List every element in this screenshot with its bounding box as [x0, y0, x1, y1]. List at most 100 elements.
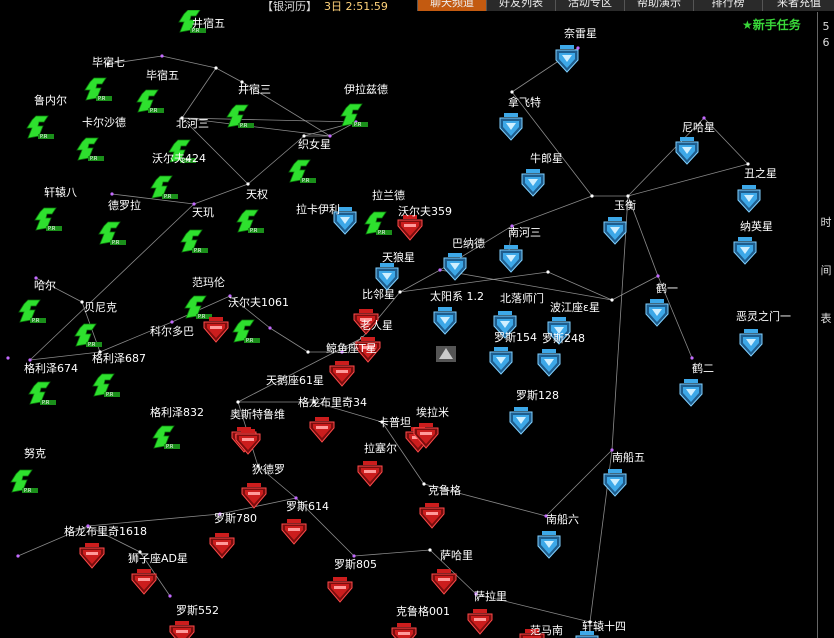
- star-node[interactable]: 科尔多巴: [150, 316, 229, 343]
- star-node[interactable]: 哈尔: [18, 279, 56, 325]
- blue-planet-icon[interactable]: [537, 530, 561, 559]
- star-node[interactable]: 拉塞尔: [357, 441, 397, 487]
- star-node[interactable]: 罗斯805: [327, 558, 377, 603]
- newbie-quest-link[interactable]: ★新手任务: [742, 16, 801, 33]
- star-node[interactable]: 沃尔夫424: [150, 152, 206, 201]
- star-node[interactable]: 罗斯780: [209, 512, 257, 559]
- green-planet-icon[interactable]: [288, 159, 317, 185]
- red-planet-icon[interactable]: [79, 542, 105, 569]
- red-planet-icon[interactable]: [209, 532, 235, 559]
- star-node[interactable]: 德罗拉: [98, 198, 141, 247]
- green-planet-icon[interactable]: [136, 89, 165, 115]
- red-planet-icon[interactable]: [391, 622, 417, 638]
- star-node[interactable]: 罗斯154: [489, 331, 537, 375]
- red-planet-icon[interactable]: [329, 360, 355, 387]
- green-planet-icon[interactable]: [92, 373, 121, 399]
- star-node[interactable]: 太阳系 1.2: [430, 290, 484, 335]
- blue-planet-icon[interactable]: [509, 406, 533, 435]
- red-planet-icon[interactable]: [431, 568, 457, 595]
- red-planet-icon[interactable]: [357, 460, 383, 487]
- star-node[interactable]: 罗斯128: [509, 389, 559, 435]
- star-node[interactable]: 鲸鱼座T星: [326, 341, 377, 387]
- star-node[interactable]: 恶灵之门一: [736, 309, 791, 357]
- star-node[interactable]: 狮子座AD星: [128, 551, 188, 595]
- green-planet-icon[interactable]: [184, 295, 213, 321]
- blue-planet-icon[interactable]: [489, 346, 513, 375]
- star-node[interactable]: 牛郎星: [521, 151, 563, 197]
- red-planet-icon[interactable]: [281, 518, 307, 545]
- blue-planet-icon[interactable]: [433, 306, 457, 335]
- green-planet-icon[interactable]: [76, 137, 105, 163]
- green-planet-icon[interactable]: [232, 319, 261, 345]
- star-node[interactable]: 鹤二: [679, 361, 714, 407]
- red-planet-icon[interactable]: [169, 620, 195, 638]
- star-node[interactable]: 天玑: [180, 206, 214, 255]
- star-node[interactable]: 玉衡: [603, 199, 636, 245]
- star-node[interactable]: 拿飞特: [499, 95, 541, 141]
- star-node[interactable]: 轩辕八: [34, 185, 77, 233]
- star-node[interactable]: 格龙布里奇34: [298, 395, 367, 443]
- green-planet-icon[interactable]: [340, 103, 369, 129]
- star-node[interactable]: 克鲁格: [419, 483, 461, 529]
- red-planet-icon[interactable]: [203, 316, 229, 343]
- star-node[interactable]: 卡尔沙德: [76, 115, 126, 163]
- green-planet-icon[interactable]: [26, 115, 55, 141]
- star-node[interactable]: 狄德罗: [241, 462, 285, 509]
- red-planet-icon[interactable]: [309, 416, 335, 443]
- blue-planet-icon[interactable]: [499, 244, 523, 273]
- star-node[interactable]: 鲁内尔: [26, 93, 67, 141]
- star-node[interactable]: 伊拉兹德: [340, 82, 388, 129]
- star-node[interactable]: 井宿五: [178, 9, 225, 35]
- green-planet-icon[interactable]: [84, 77, 113, 103]
- star-node[interactable]: 纳英星: [733, 219, 773, 265]
- blue-planet-icon[interactable]: [521, 168, 545, 197]
- star-node[interactable]: 格利泽832: [150, 405, 204, 451]
- blue-planet-icon[interactable]: [375, 262, 399, 291]
- star-node[interactable]: 格利泽687: [92, 351, 146, 399]
- star-node[interactable]: 拉卡伊利: [296, 202, 357, 235]
- star-node[interactable]: 鹤一: [645, 281, 678, 327]
- blue-planet-icon[interactable]: [645, 298, 669, 327]
- green-planet-icon[interactable]: [98, 221, 127, 247]
- green-planet-icon[interactable]: [150, 175, 179, 201]
- star-node[interactable]: 毕宿七: [84, 55, 125, 103]
- green-planet-icon[interactable]: [10, 469, 39, 495]
- green-planet-icon[interactable]: [236, 209, 265, 235]
- star-node[interactable]: 井宿三: [226, 82, 271, 130]
- star-node[interactable]: 沃尔夫1061: [228, 296, 289, 345]
- star-node[interactable]: 南船五: [603, 450, 645, 497]
- red-planet-icon[interactable]: [397, 214, 423, 241]
- blue-planet-icon[interactable]: [675, 136, 699, 165]
- blue-planet-icon[interactable]: [537, 348, 561, 377]
- blue-planet-icon[interactable]: [679, 378, 703, 407]
- tab-help[interactable]: 帮助演示: [624, 0, 693, 11]
- star-node[interactable]: 沃尔夫359: [397, 205, 452, 241]
- star-node[interactable]: 老人星: [355, 319, 393, 363]
- green-planet-icon[interactable]: [180, 229, 209, 255]
- green-planet-icon[interactable]: [74, 323, 103, 349]
- player-ship-icon[interactable]: [436, 346, 456, 362]
- star-node[interactable]: 萨拉里: [467, 589, 507, 635]
- sidebar-item[interactable]: 5: [818, 20, 834, 33]
- blue-planet-icon[interactable]: [603, 216, 627, 245]
- star-node[interactable]: 范马南: [519, 623, 563, 638]
- green-planet-icon[interactable]: [364, 211, 393, 237]
- tab-chat[interactable]: 聊天频道: [417, 0, 486, 11]
- star-node[interactable]: 南河三: [499, 226, 541, 273]
- red-planet-icon[interactable]: [327, 576, 353, 603]
- blue-planet-icon[interactable]: [737, 184, 761, 213]
- star-node[interactable]: 轩辕十四: [575, 619, 626, 638]
- green-planet-icon[interactable]: [18, 299, 47, 325]
- star-node[interactable]: 南船六: [537, 512, 579, 559]
- blue-planet-icon[interactable]: [733, 236, 757, 265]
- tab-friends[interactable]: 好友列表: [486, 0, 555, 11]
- star-node[interactable]: 罗斯248: [537, 332, 585, 377]
- green-planet-icon[interactable]: [152, 425, 181, 451]
- star-node[interactable]: 织女星: [288, 137, 331, 185]
- star-node[interactable]: 天狼星: [375, 250, 415, 291]
- star-node[interactable]: 天权: [236, 188, 268, 235]
- star-node[interactable]: 巴纳德: [443, 236, 485, 281]
- star-node[interactable]: 努克: [10, 446, 46, 495]
- green-planet-icon[interactable]: [226, 104, 255, 130]
- tab-ranking[interactable]: 排行榜: [693, 0, 762, 11]
